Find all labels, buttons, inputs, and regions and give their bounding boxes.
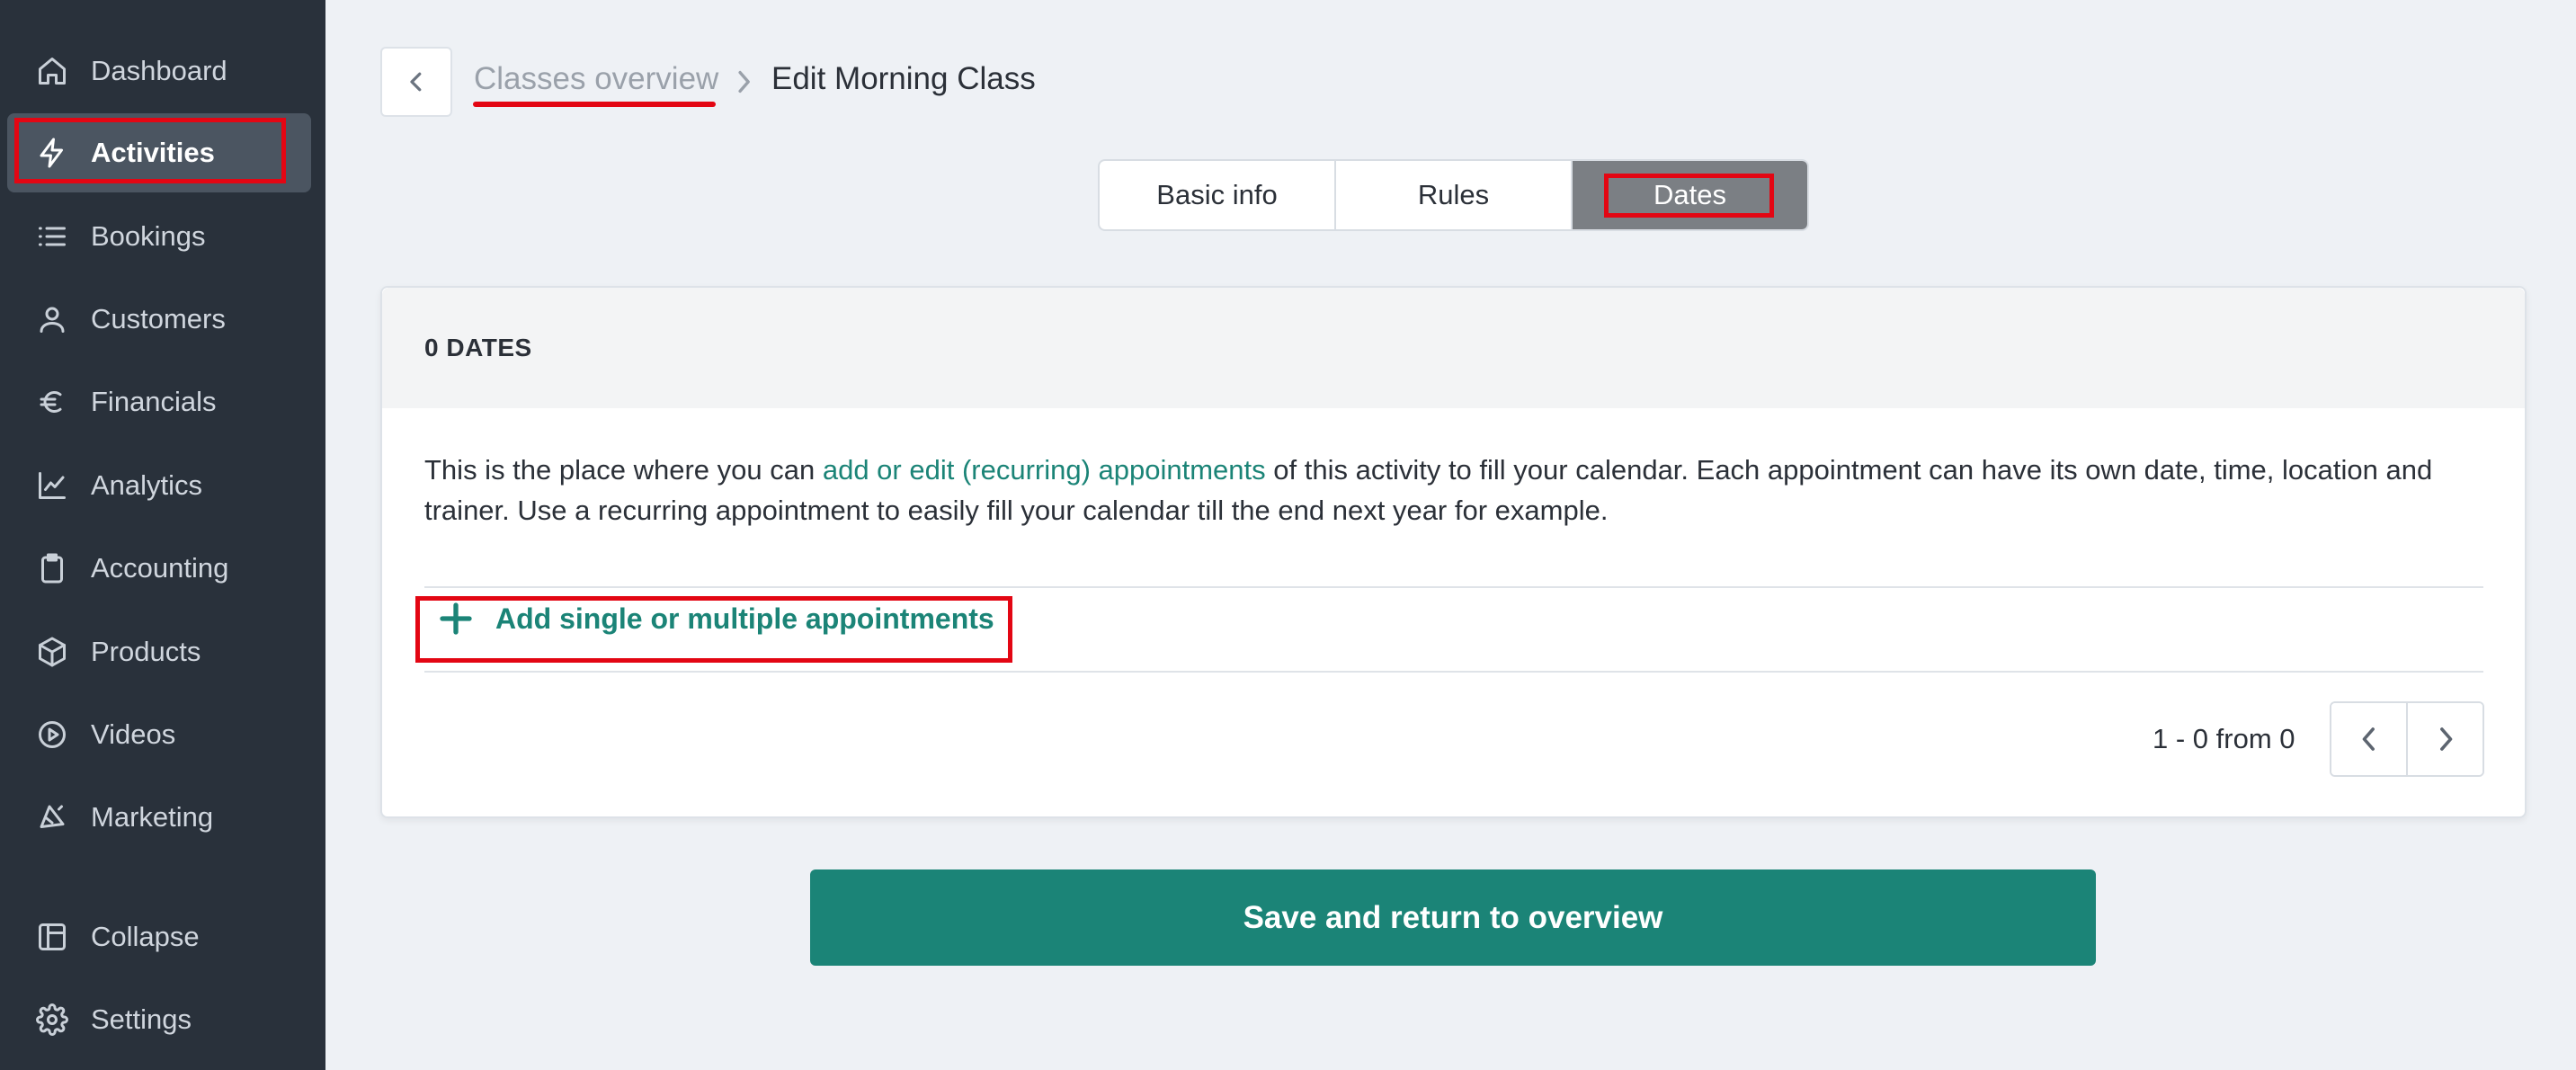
pagination (2330, 701, 2484, 777)
chevron-left-icon (410, 72, 422, 92)
layout-icon (34, 919, 70, 955)
megaphone-icon (34, 799, 70, 835)
sidebar-item-financials[interactable]: Financials (7, 362, 311, 441)
chevron-right-icon (2439, 727, 2452, 751)
back-button[interactable] (380, 47, 452, 117)
sidebar-item-customers[interactable]: Customers (7, 280, 311, 359)
breadcrumb-highlight (473, 102, 716, 107)
lightning-icon (34, 135, 70, 171)
sidebar-item-label: Products (91, 636, 201, 667)
sidebar-item-label: Customers (91, 303, 226, 334)
box-icon (34, 634, 70, 670)
sidebar-item-label: Marketing (91, 801, 214, 833)
sidebar-item-marketing[interactable]: Marketing (7, 778, 311, 857)
tab-basic-info[interactable]: Basic info (1100, 161, 1336, 229)
sidebar: Dashboard Activities Bookings Customers … (0, 0, 325, 1070)
sidebar-item-label: Analytics (91, 469, 203, 501)
next-page-button[interactable] (2408, 703, 2482, 775)
sidebar-item-settings[interactable]: Settings (7, 980, 311, 1059)
description-text: This is the place where you can (424, 454, 823, 486)
recurring-appointments-link[interactable]: add or edit (recurring) appointments (823, 454, 1266, 486)
dates-card: 0 DATES This is the place where you can … (380, 286, 2527, 818)
dates-count-title: 0 DATES (424, 334, 532, 361)
chevron-right-icon (732, 67, 755, 102)
add-appointments-label: Add single or multiple appointments (495, 602, 994, 635)
divider (424, 586, 2483, 588)
sidebar-item-videos[interactable]: Videos (7, 695, 311, 774)
clipboard-icon (34, 550, 70, 586)
sidebar-item-label: Activities (91, 137, 215, 168)
sidebar-item-accounting[interactable]: Accounting (7, 529, 311, 608)
breadcrumb-classes-overview[interactable]: Classes overview (474, 61, 718, 97)
sidebar-item-label: Collapse (91, 921, 200, 952)
euro-icon (34, 384, 70, 420)
sidebar-item-activities[interactable]: Activities (7, 113, 311, 192)
play-circle-icon (34, 717, 70, 753)
sidebar-collapse[interactable]: Collapse (7, 897, 311, 976)
sidebar-item-label: Dashboard (91, 55, 227, 86)
dates-description: This is the place where you can add or e… (424, 450, 2483, 531)
sidebar-item-analytics[interactable]: Analytics (7, 446, 311, 525)
page-title: Edit Morning Class (771, 61, 1036, 96)
pagination-status: 1 - 0 from 0 (2153, 723, 2295, 754)
save-and-return-button[interactable]: Save and return to overview (810, 869, 2096, 966)
chevron-left-icon (2362, 727, 2375, 751)
tab-rules[interactable]: Rules (1336, 161, 1573, 229)
prev-page-button[interactable] (2331, 703, 2408, 775)
list-icon (34, 218, 70, 254)
add-appointments-button[interactable]: Add single or multiple appointments (438, 596, 994, 641)
gear-icon (34, 1002, 70, 1038)
plus-icon (440, 602, 472, 635)
user-icon (34, 301, 70, 337)
sidebar-item-products[interactable]: Products (7, 612, 311, 691)
app: Dashboard Activities Bookings Customers … (0, 0, 2576, 1070)
sidebar-item-label: Bookings (91, 220, 206, 252)
tab-dates[interactable]: Dates (1573, 161, 1807, 229)
sidebar-item-bookings[interactable]: Bookings (7, 197, 311, 276)
divider (424, 671, 2483, 673)
chart-line-icon (34, 468, 70, 504)
sidebar-item-label: Financials (91, 386, 217, 417)
card-header: 0 DATES (382, 288, 2525, 408)
sidebar-item-label: Settings (91, 1003, 192, 1035)
sidebar-item-label: Videos (91, 718, 176, 750)
tab-bar: Basic info Rules Dates (1098, 159, 1809, 231)
sidebar-item-dashboard[interactable]: Dashboard (7, 31, 311, 111)
home-icon (34, 53, 70, 89)
sidebar-item-label: Accounting (91, 552, 229, 584)
